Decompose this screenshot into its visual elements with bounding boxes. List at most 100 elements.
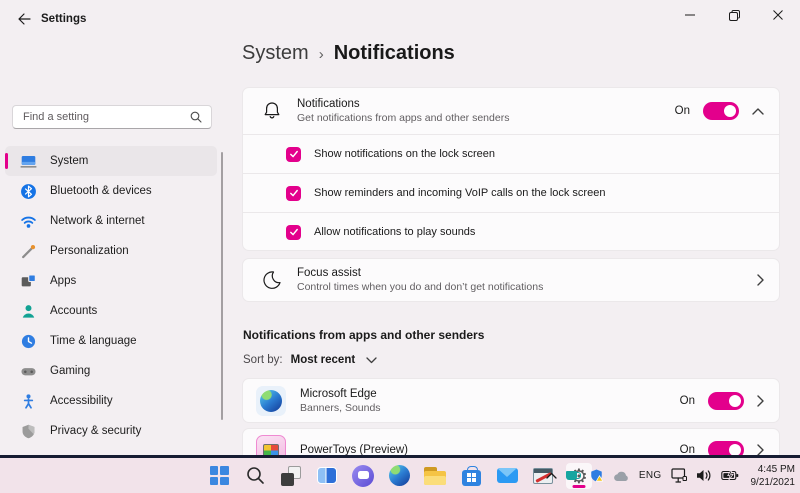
edge-taskbar-button[interactable] [386, 463, 412, 489]
clock-icon [20, 333, 37, 350]
option-label: Allow notifications to play sounds [314, 226, 475, 238]
system-tray: ENG 4:45 PM 9/21/2021 [546, 458, 795, 493]
notifications-toggle-label: On [675, 105, 690, 117]
sidebar-item-system[interactable]: System [5, 146, 217, 176]
apps-section-header: Notifications from apps and other sender… [243, 328, 484, 342]
search-icon [246, 466, 265, 485]
option-lock-screen-notifications[interactable]: Show notifications on the lock screen [243, 134, 779, 173]
sidebar-item-network-internet[interactable]: Network & internet [5, 206, 217, 236]
widgets-icon [317, 467, 337, 484]
sidebar-item-label: Accessibility [50, 395, 113, 407]
apps-icon [20, 273, 37, 290]
sidebar-item-label: Bluetooth & devices [50, 185, 152, 197]
cup-tray-icon[interactable] [566, 471, 580, 480]
sidebar-item-time-language[interactable]: Time & language [5, 326, 217, 356]
chat-icon [352, 465, 374, 487]
taskbar-clock[interactable]: 4:45 PM 9/21/2021 [751, 463, 796, 489]
sidebar-item-label: Privacy & security [50, 425, 141, 437]
notifications-header-row[interactable]: Notifications Get notifications from app… [243, 88, 779, 134]
app-toggle-label: On [680, 395, 695, 407]
task-view-button[interactable] [278, 463, 304, 489]
speaker-icon[interactable] [696, 469, 712, 482]
option-label: Show reminders and incoming VoIP calls o… [314, 187, 605, 199]
store-bag-icon [462, 470, 481, 486]
sidebar-item-personalization[interactable]: Personalization [5, 236, 217, 266]
checkbox-checked-icon[interactable] [286, 147, 301, 162]
bell-icon [261, 100, 283, 122]
edge-app-icon [256, 386, 286, 416]
clock-time: 4:45 PM [758, 463, 795, 476]
sidebar-item-bluetooth-devices[interactable]: Bluetooth & devices [5, 176, 217, 206]
taskbar-search-button[interactable] [242, 463, 268, 489]
focus-assist-subtitle: Control times when you do and don’t get … [297, 281, 757, 293]
gamepad-icon [20, 363, 37, 380]
edge-notifications-toggle[interactable] [708, 392, 744, 410]
restore-button[interactable] [712, 0, 756, 30]
sidebar-item-label: Accounts [50, 305, 97, 317]
chevron-right-icon [757, 395, 764, 407]
chevron-up-icon[interactable] [752, 108, 764, 115]
sidebar-item-privacy-security[interactable]: Privacy & security [5, 416, 217, 446]
sidebar-item-label: Time & language [50, 335, 137, 347]
wifi-icon [20, 213, 37, 230]
shield-icon [20, 423, 37, 440]
option-reminders-voip[interactable]: Show reminders and incoming VoIP calls o… [243, 173, 779, 212]
checkbox-checked-icon[interactable] [286, 186, 301, 201]
language-indicator[interactable]: ENG [639, 470, 662, 481]
system-icon [20, 153, 37, 170]
file-explorer-button[interactable] [422, 463, 448, 489]
network-display-icon[interactable] [671, 468, 687, 483]
person-icon [20, 303, 37, 320]
sidebar-item-accessibility[interactable]: Accessibility [5, 386, 217, 416]
titlebar: Settings [0, 0, 800, 36]
notifications-subtitle: Get notifications from apps and other se… [297, 112, 675, 124]
hidden-icons-chevron-icon[interactable] [546, 472, 557, 479]
sidebar-scrollbar[interactable] [221, 152, 223, 420]
notifications-toggle[interactable] [703, 102, 739, 120]
chat-button[interactable] [350, 463, 376, 489]
taskbar: ⚙ ENG 4:45 PM 9/21/2021 [0, 458, 800, 493]
sidebar-item-accounts[interactable]: Accounts [5, 296, 217, 326]
mail-envelope-icon [497, 468, 518, 483]
start-button[interactable] [206, 463, 232, 489]
moon-icon [261, 269, 283, 291]
edge-icon [389, 465, 410, 486]
mail-button[interactable] [494, 463, 520, 489]
breadcrumb: System › Notifications [242, 42, 455, 65]
sort-value: Most recent [291, 354, 356, 366]
sidebar-item-label: Personalization [50, 245, 129, 257]
sort-dropdown[interactable]: Sort by: Most recent [243, 354, 377, 366]
sidebar-nav: System Bluetooth & devices Network & int… [5, 146, 217, 446]
chevron-right-icon [757, 274, 764, 286]
battery-icon[interactable] [721, 470, 739, 481]
task-view-icon [281, 466, 301, 486]
sidebar-item-gaming[interactable]: Gaming [5, 356, 217, 386]
taskbar-icons: ⚙ [206, 458, 592, 493]
clock-date: 9/21/2021 [751, 476, 796, 489]
app-name: Microsoft Edge [300, 388, 680, 400]
back-arrow-icon [17, 13, 31, 25]
widgets-button[interactable] [314, 463, 340, 489]
sidebar-item-label: Gaming [50, 365, 90, 377]
minimize-button[interactable] [668, 0, 712, 30]
search-icon[interactable] [190, 111, 202, 123]
close-button[interactable] [756, 0, 800, 30]
sidebar-item-apps[interactable]: Apps [5, 266, 217, 296]
brush-icon [20, 243, 37, 260]
checkbox-checked-icon[interactable] [286, 225, 301, 240]
option-label: Show notifications on the lock screen [314, 148, 495, 160]
onedrive-cloud-icon[interactable] [613, 470, 630, 482]
breadcrumb-root[interactable]: System [242, 42, 309, 65]
option-play-sounds[interactable]: Allow notifications to play sounds [243, 212, 779, 251]
store-button[interactable] [458, 463, 484, 489]
accessibility-person-icon [20, 393, 37, 410]
app-row-microsoft-edge[interactable]: Microsoft Edge Banners, Sounds On [242, 378, 780, 423]
search-input[interactable] [13, 111, 190, 123]
back-button[interactable] [12, 8, 36, 30]
sidebar-item-label: Apps [50, 275, 76, 287]
breadcrumb-separator-icon: › [319, 44, 324, 63]
focus-assist-card[interactable]: Focus assist Control times when you do a… [242, 258, 780, 302]
page-title: Notifications [334, 42, 455, 65]
app-detail: Banners, Sounds [300, 402, 680, 414]
security-shield-icon[interactable] [589, 468, 604, 483]
